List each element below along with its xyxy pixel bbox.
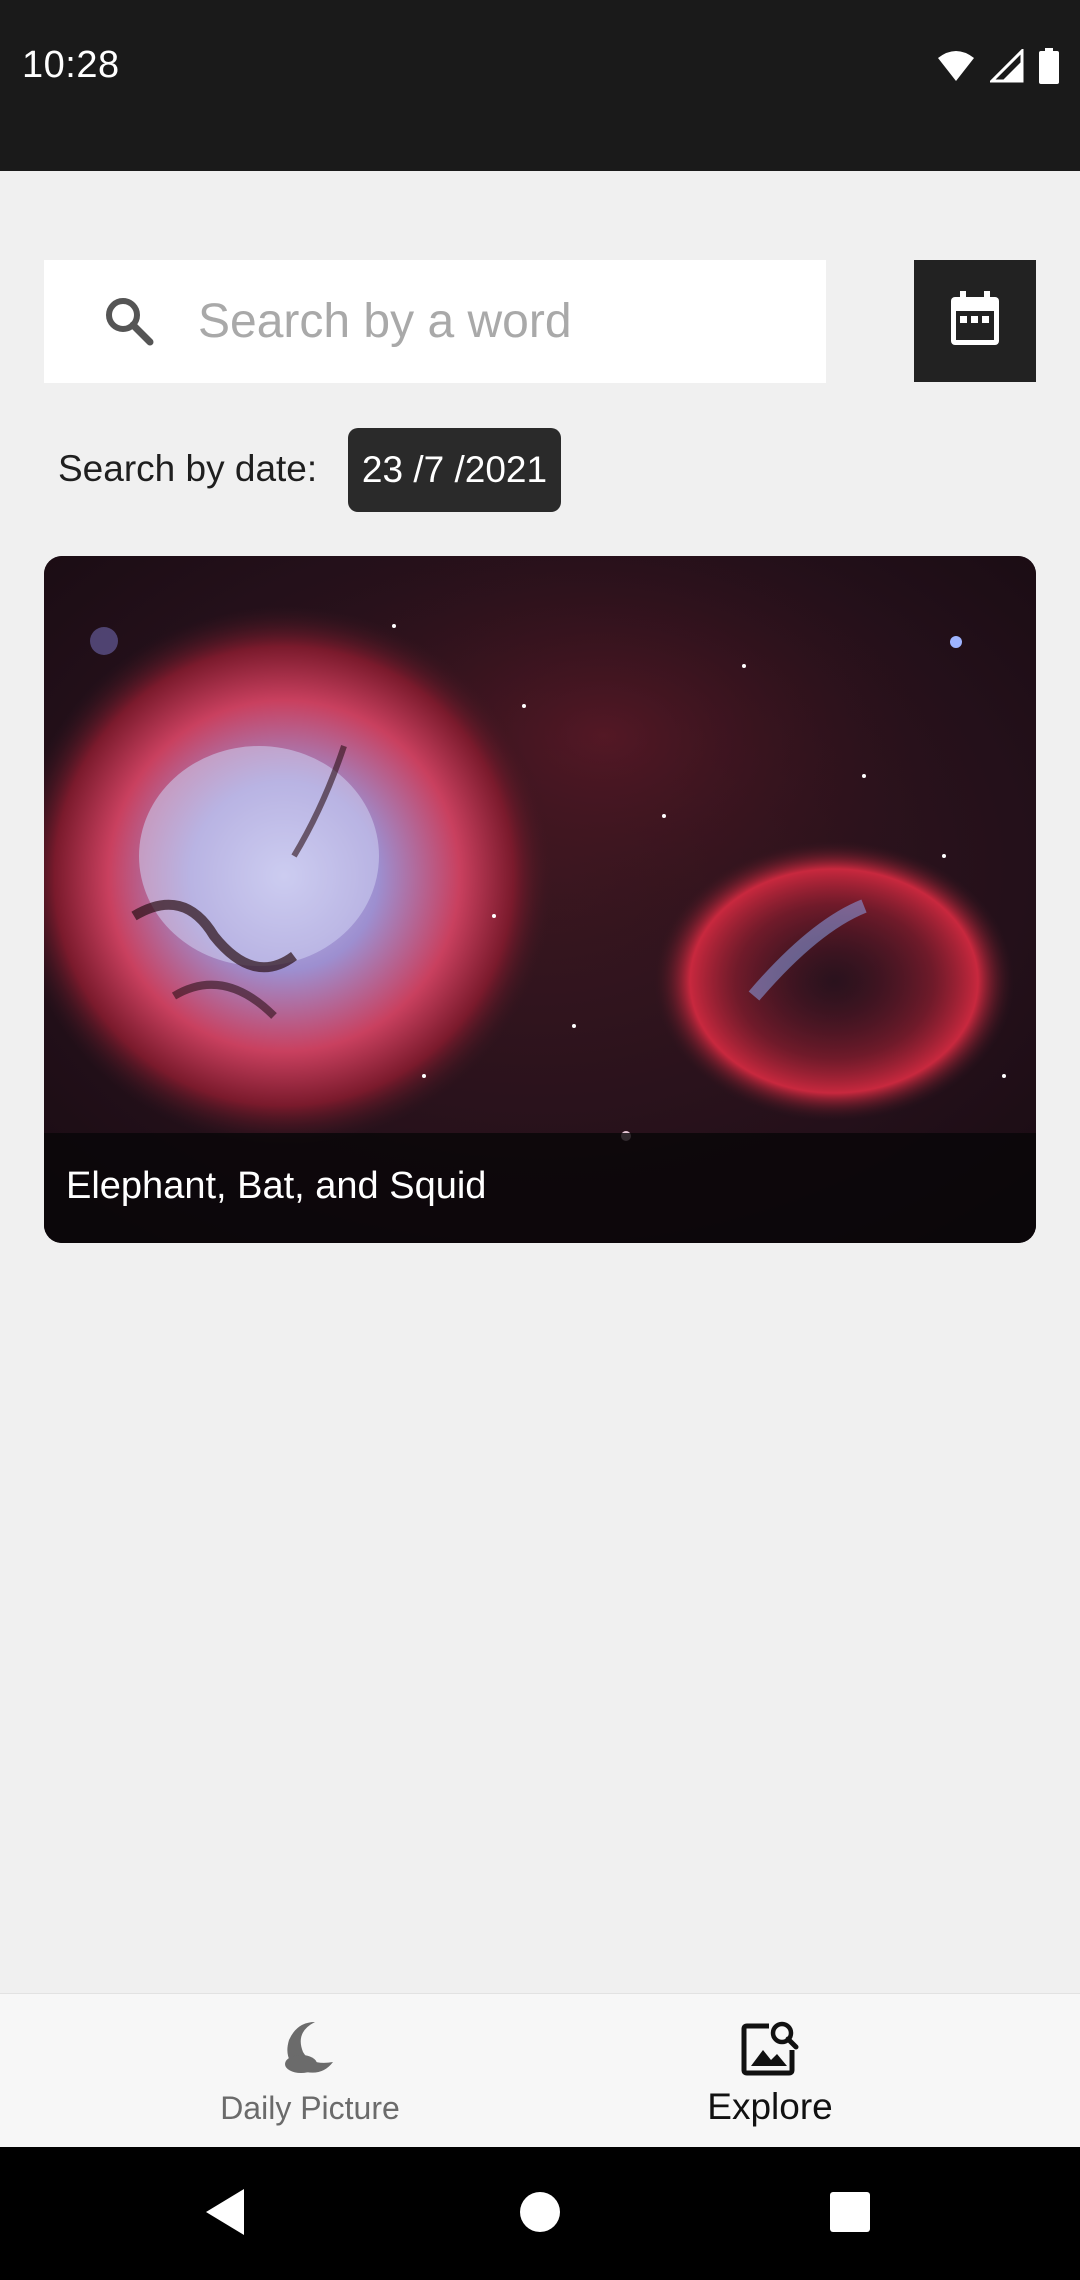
nav-label-daily-picture: Daily Picture	[220, 2090, 400, 2126]
status-time: 10:28	[22, 44, 120, 86]
moon-cloud-icon	[281, 2018, 339, 2081]
date-picker-chip[interactable]: 23 /7 /2021	[348, 428, 561, 512]
battery-icon	[1038, 48, 1060, 89]
calendar-icon	[949, 290, 1001, 352]
card-caption-bar: Elephant, Bat, and Squid	[44, 1133, 1036, 1243]
calendar-button[interactable]	[914, 260, 1036, 382]
back-icon[interactable]	[204, 2187, 246, 2242]
status-icons	[936, 47, 1060, 89]
system-navigation-bar	[0, 2147, 1080, 2280]
date-filter-label: Search by date:	[58, 448, 318, 489]
nav-item-explore[interactable]: Explore	[500, 1994, 1040, 2148]
search-icon	[102, 294, 156, 348]
nav-label-explore: Explore	[707, 2086, 833, 2127]
card-title: Elephant, Bat, and Squid	[66, 1165, 487, 1207]
result-card[interactable]: Elephant, Bat, and Squid	[44, 556, 1036, 1243]
search-input[interactable]	[198, 260, 798, 383]
home-icon[interactable]	[519, 2191, 561, 2238]
image-search-icon	[741, 2018, 799, 2081]
bottom-navigation: Daily Picture Explore	[0, 1993, 1080, 2148]
wifi-icon	[936, 49, 976, 88]
recents-icon[interactable]	[829, 2191, 871, 2238]
cellular-signal-icon	[988, 47, 1024, 88]
status-bar: 10:28	[0, 0, 1080, 171]
nav-item-daily-picture[interactable]: Daily Picture	[40, 1994, 580, 2148]
search-box[interactable]	[44, 260, 826, 383]
